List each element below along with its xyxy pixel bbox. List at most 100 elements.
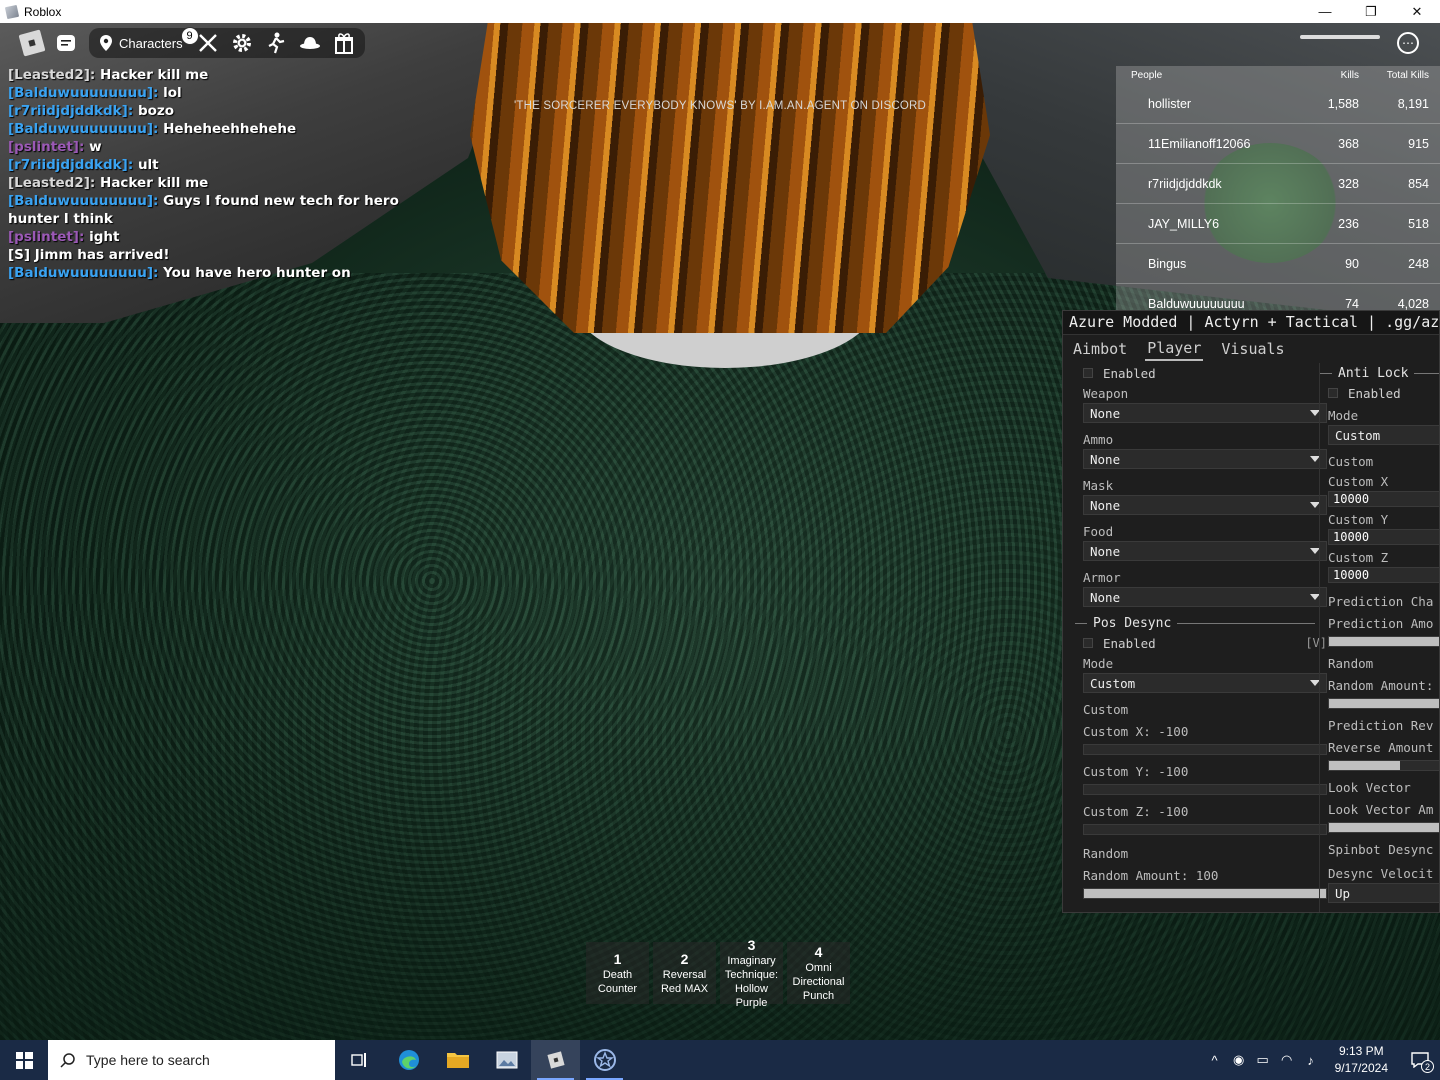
- checkbox[interactable]: [1083, 638, 1093, 648]
- pos-custom-y-slider[interactable]: [1083, 784, 1327, 795]
- volume-slider[interactable]: [1300, 35, 1380, 39]
- chat-message: [Leasted2]: Hacker kill me: [8, 174, 428, 192]
- chat-username[interactable]: [Balduwuuuuuuuu]:: [8, 85, 158, 101]
- checkbox[interactable]: [1083, 368, 1093, 378]
- mask-label: Mask: [1083, 477, 1114, 493]
- more-menu-button[interactable]: ⋯: [1397, 32, 1419, 54]
- azure-cheat-window[interactable]: Azure Modded | Actyrn + Tactical | .gg/a…: [1062, 310, 1440, 913]
- slot-label: Omni Directional Punch: [792, 962, 845, 1002]
- chat-username[interactable]: [Leasted2]:: [8, 175, 95, 191]
- maximize-button[interactable]: ❐: [1348, 0, 1394, 23]
- anti-lock-enabled-checkbox[interactable]: Enabled: [1320, 383, 1439, 403]
- dropdown-value: Up: [1335, 885, 1351, 901]
- taskbar-search[interactable]: Type here to search: [48, 1040, 335, 1080]
- leaderboard-row[interactable]: hollister 1,588 8,191: [1116, 84, 1440, 124]
- leaderboard-row[interactable]: 11Emilianoff12066 368 915: [1116, 124, 1440, 164]
- pos-mode-dropdown[interactable]: Custom: [1083, 673, 1327, 693]
- azure-tabs: Aimbot Player Visuals: [1063, 335, 1439, 363]
- close-button[interactable]: ✕: [1394, 0, 1440, 23]
- checkbox-label: Enabled: [1103, 365, 1156, 381]
- player-name: JAY_MILLY6: [1148, 216, 1220, 231]
- meet-now-icon[interactable]: ◉: [1227, 1052, 1251, 1068]
- photos-app[interactable]: [482, 1040, 531, 1080]
- characters-button[interactable]: Characters 9: [93, 27, 199, 51]
- chat-username[interactable]: [Leasted2]:: [8, 67, 95, 83]
- prediction-amount-slider[interactable]: [1328, 636, 1439, 647]
- chat-username[interactable]: [Balduwuuuuuuuu]:: [8, 265, 158, 281]
- pos-desync-enabled-checkbox[interactable]: Enabled [V]: [1075, 633, 1327, 653]
- tab-player[interactable]: Player: [1145, 337, 1204, 361]
- mask-dropdown[interactable]: None: [1083, 495, 1327, 515]
- notification-center-button[interactable]: 2: [1400, 1040, 1440, 1080]
- dropdown-value: Custom: [1335, 427, 1381, 443]
- taskbar-clock[interactable]: 9:13 PM 9/17/2024: [1323, 1043, 1400, 1077]
- player-enabled-checkbox[interactable]: Enabled: [1075, 363, 1315, 383]
- gear-icon: [232, 34, 251, 52]
- file-explorer-app[interactable]: [433, 1040, 482, 1080]
- desync-velocity-dropdown[interactable]: Up: [1328, 883, 1439, 903]
- wifi-icon[interactable]: ◠: [1275, 1052, 1299, 1068]
- emote-button[interactable]: [259, 28, 293, 58]
- minimize-button[interactable]: —: [1302, 0, 1348, 23]
- edge-app[interactable]: [384, 1040, 433, 1080]
- al-custom-x-input[interactable]: 10000: [1328, 491, 1439, 507]
- show-hidden-icons-button[interactable]: ^: [1203, 1053, 1227, 1068]
- volume-icon[interactable]: ♪: [1299, 1053, 1323, 1068]
- checkbox[interactable]: [1328, 388, 1338, 398]
- dropdown-value: None: [1090, 589, 1121, 605]
- leaderboard-row[interactable]: Bingus 90 248: [1116, 244, 1440, 284]
- shop-button[interactable]: [327, 28, 361, 58]
- chat-message: [Balduwuuuuuuuu]: lol: [8, 84, 428, 102]
- col-people: People: [1131, 69, 1163, 81]
- al-custom-y-input[interactable]: 10000: [1328, 529, 1439, 545]
- battery-icon[interactable]: ▭: [1251, 1052, 1275, 1068]
- tab-visuals[interactable]: Visuals: [1219, 338, 1286, 360]
- weapon-label: Weapon: [1083, 385, 1129, 401]
- hotbar-slot[interactable]: 2 Reversal Red MAX: [653, 942, 716, 1004]
- dropdown-value: None: [1090, 543, 1121, 559]
- ammo-label: Ammo: [1083, 431, 1114, 447]
- task-view-button[interactable]: [335, 1040, 384, 1080]
- pos-custom-z-slider[interactable]: [1083, 824, 1327, 835]
- ammo-dropdown[interactable]: None: [1083, 449, 1327, 469]
- al-custom-z-input[interactable]: 10000: [1328, 567, 1439, 583]
- location-pin-icon: [100, 35, 112, 51]
- al-random-amount-slider[interactable]: [1328, 698, 1439, 709]
- weapon-dropdown[interactable]: None: [1083, 403, 1327, 423]
- chat-username[interactable]: [Balduwuuuuuuuu]:: [8, 193, 158, 209]
- pos-random-amount-slider[interactable]: [1083, 888, 1327, 899]
- roblox-app[interactable]: [531, 1040, 580, 1080]
- chat-username[interactable]: [r7riidjdjddkdk]:: [8, 157, 133, 173]
- spinbot-desync-label: Spinbot Desync: [1328, 841, 1434, 857]
- notification-count: 2: [1421, 1060, 1434, 1073]
- leaderboard-row[interactable]: r7riidjdjddkdk 328 854: [1116, 164, 1440, 204]
- hotbar-slot[interactable]: 1 Death Counter: [586, 942, 649, 1004]
- leaderboard-row[interactable]: JAY_MILLY6 236 518: [1116, 204, 1440, 244]
- chat-message: [Balduwuuuuuuuu]: You have hero hunter o…: [8, 264, 428, 282]
- roblox-studio-app[interactable]: [580, 1040, 629, 1080]
- look-vector-amount-slider[interactable]: [1328, 822, 1439, 833]
- roblox-menu-button[interactable]: [15, 28, 49, 58]
- avatar-button[interactable]: [293, 28, 327, 58]
- chat-username[interactable]: [pslintet]:: [8, 139, 84, 155]
- hotbar-slot[interactable]: 3 Imaginary Technique: Hollow Purple: [720, 938, 783, 1009]
- pos-custom-x-slider[interactable]: [1083, 744, 1327, 755]
- hotbar-slot[interactable]: 4 Omni Directional Punch: [787, 942, 850, 1004]
- armor-dropdown[interactable]: None: [1083, 587, 1327, 607]
- chat-toggle-button[interactable]: [49, 28, 83, 58]
- settings-button[interactable]: [225, 28, 259, 58]
- gift-icon: [334, 33, 353, 54]
- chat-username[interactable]: [pslintet]:: [8, 229, 84, 245]
- reverse-amount-slider[interactable]: [1328, 760, 1439, 771]
- azure-title[interactable]: Azure Modded | Actyrn + Tactical | .gg/a…: [1063, 311, 1439, 335]
- chat-text: w: [89, 139, 102, 155]
- chat-text: Hacker kill me: [100, 67, 209, 83]
- chat-username[interactable]: [S]: [8, 247, 30, 263]
- food-dropdown[interactable]: None: [1083, 541, 1327, 561]
- chat-username[interactable]: [Balduwuuuuuuuu]:: [8, 121, 158, 137]
- start-button[interactable]: [0, 1040, 48, 1080]
- chat-username[interactable]: [r7riidjdjddkdk]:: [8, 103, 133, 119]
- tab-aimbot[interactable]: Aimbot: [1071, 338, 1129, 360]
- al-mode-dropdown[interactable]: Custom: [1328, 425, 1439, 445]
- rule: [1414, 372, 1439, 374]
